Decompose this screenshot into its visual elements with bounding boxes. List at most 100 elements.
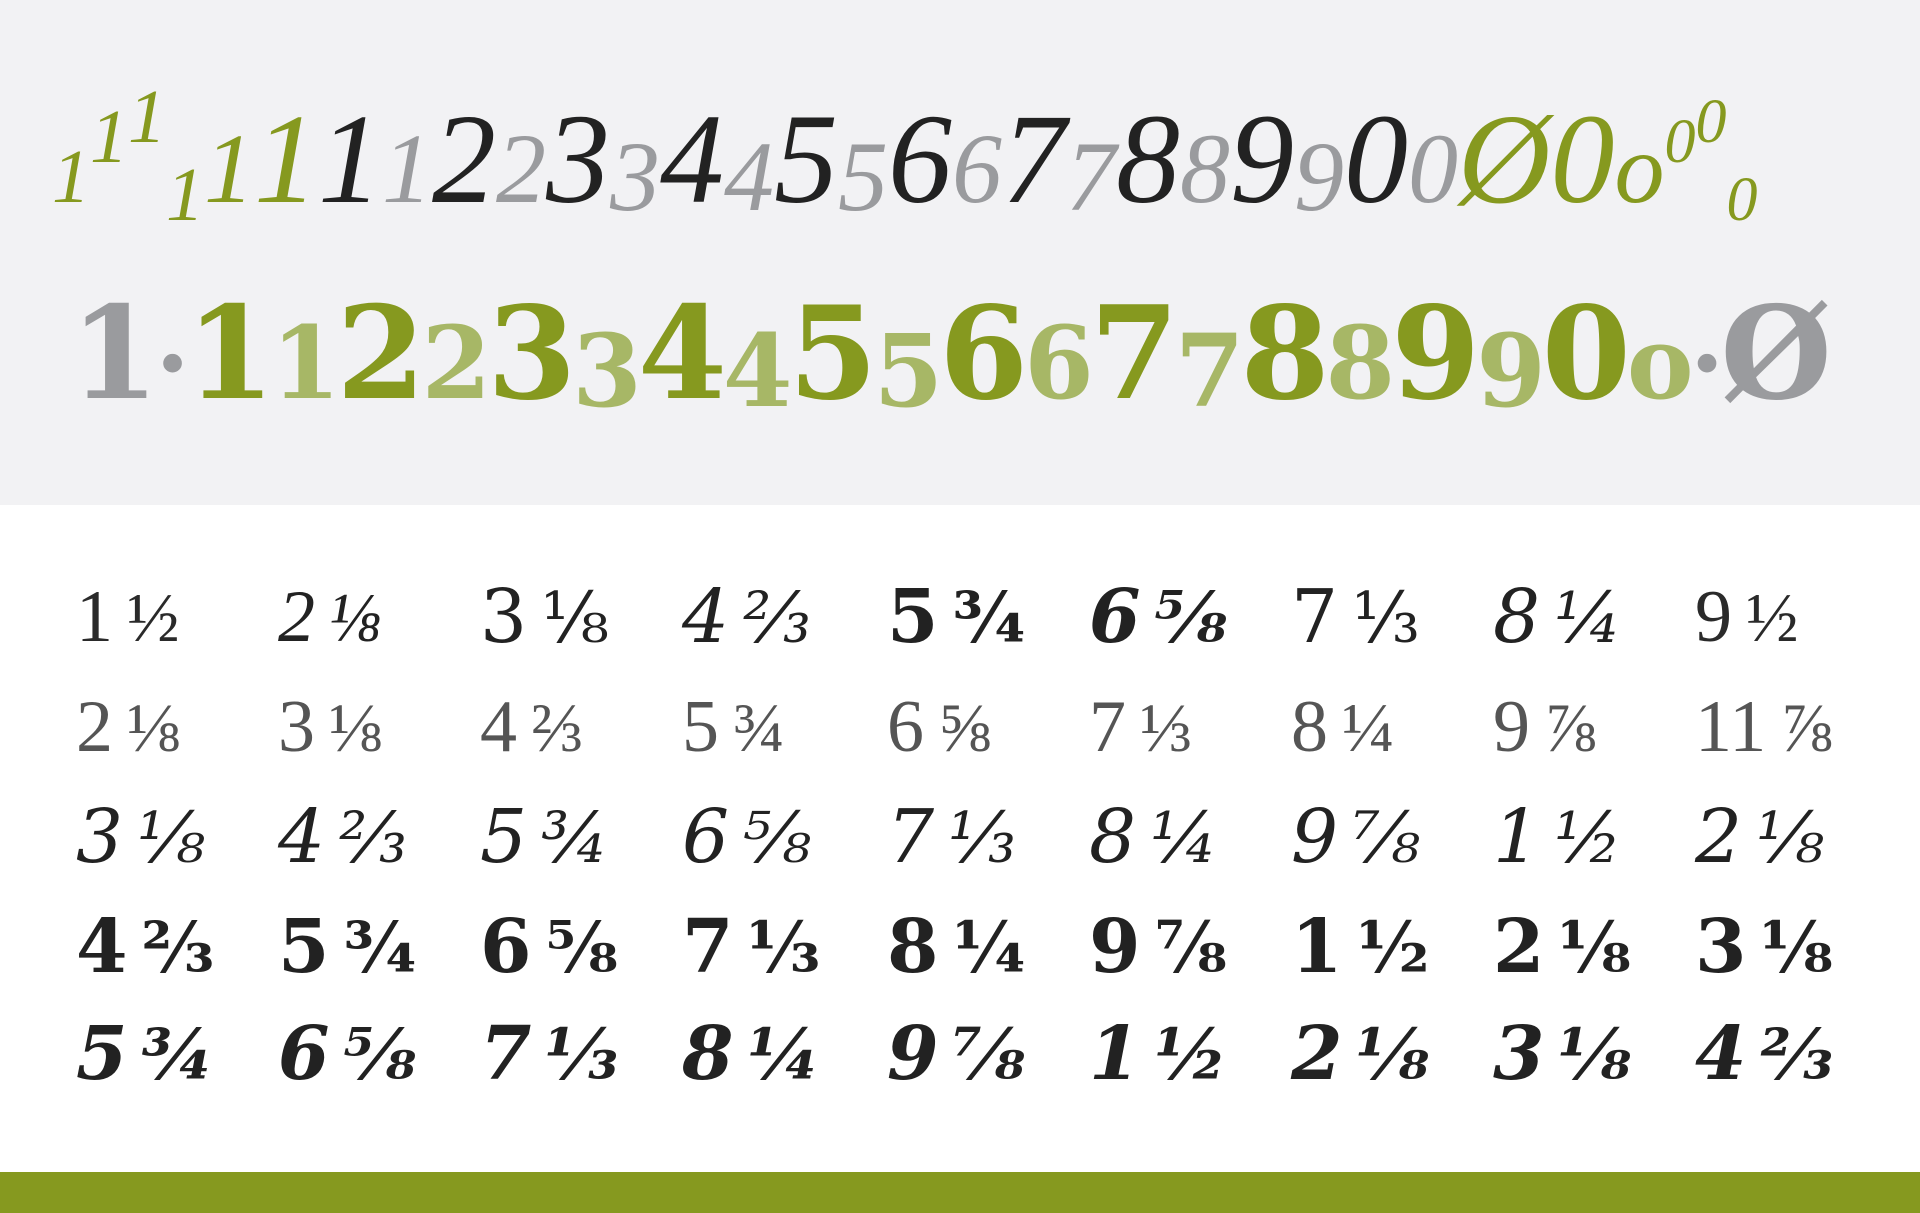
whole-number: 2 xyxy=(278,576,315,658)
fraction-glyph: ¼ xyxy=(1150,797,1218,879)
mixed-fraction: 8¼ xyxy=(682,1017,821,1091)
figure-glyph: 0 xyxy=(1550,88,1615,230)
mixed-fraction: 7⅓ xyxy=(887,800,1016,874)
fraction-glyph: ¼ xyxy=(1554,577,1622,659)
fraction-glyph: ¾ xyxy=(141,1013,215,1096)
whole-number: 3 xyxy=(480,574,528,660)
whole-number: 2 xyxy=(1493,904,1545,990)
mixed-fraction: 8¼ xyxy=(887,910,1026,984)
figure-glyph: 1 xyxy=(166,153,204,237)
whole-number: 1 xyxy=(1493,794,1541,880)
figure-glyph: 0 xyxy=(1664,108,1696,176)
fraction-glyph: ¼ xyxy=(747,1013,821,1096)
whole-number: 6 xyxy=(480,904,532,990)
mixed-fraction: 9⅞ xyxy=(1089,910,1227,984)
figure-glyph: 1 xyxy=(254,88,318,230)
fraction-glyph: ⅞ xyxy=(1154,906,1227,989)
mixed-fraction: 4⅔ xyxy=(278,800,407,874)
figure-glyph: 9 xyxy=(1476,312,1546,430)
fraction-glyph: ⅔ xyxy=(141,906,214,989)
figure-glyph: 1 xyxy=(52,135,90,219)
whole-number: 8 xyxy=(1291,686,1328,768)
figure-glyph: 2 xyxy=(421,304,492,422)
fraction-glyph: ½ xyxy=(127,580,180,657)
figure-glyph: 0 xyxy=(1726,166,1758,234)
fraction-glyph: ½ xyxy=(1746,580,1799,657)
whole-number: 6 xyxy=(1089,574,1141,660)
figure-glyph: 2 xyxy=(496,113,546,224)
figure-glyph: 1 xyxy=(270,304,341,422)
whole-number: 7 xyxy=(1089,686,1126,768)
whole-number: 5 xyxy=(278,904,330,990)
whole-number: 6 xyxy=(682,794,730,880)
mixed-fraction: 2⅛ xyxy=(1493,910,1631,984)
whole-number: 7 xyxy=(1291,574,1339,660)
mixed-fraction: 7⅓ xyxy=(682,910,820,984)
whole-number: 8 xyxy=(887,904,939,990)
mixed-fraction: 1½ xyxy=(1291,910,1430,984)
whole-number: 5 xyxy=(682,686,719,768)
mixed-fraction: 4⅔ xyxy=(480,690,584,764)
mixed-fraction: 1½ xyxy=(76,580,180,654)
fraction-glyph: ⅛ xyxy=(1356,1013,1429,1096)
whole-number: 1 xyxy=(76,576,113,658)
figure-glyph: 9 xyxy=(1391,279,1480,429)
figure-glyph: 1 xyxy=(382,113,432,224)
figure-glyph: · xyxy=(1689,304,1725,422)
mixed-fraction: 8¼ xyxy=(1493,580,1622,654)
fraction-glyph: ¼ xyxy=(1342,690,1395,767)
figure-glyph: 4 xyxy=(722,312,793,430)
mixed-fraction: 9½ xyxy=(1695,580,1799,654)
fraction-glyph: ½ xyxy=(1356,906,1430,989)
mixed-fraction: 8¼ xyxy=(1089,800,1218,874)
figure-glyph: 7 xyxy=(1066,121,1116,232)
mixed-fraction: 2⅛ xyxy=(1291,1017,1429,1091)
whole-number: 4 xyxy=(76,904,128,990)
fraction-glyph: ⅓ xyxy=(948,797,1016,879)
figure-glyph: 7 xyxy=(1089,279,1179,429)
mixed-fraction: 6⅝ xyxy=(480,910,618,984)
mixed-fraction: 3⅛ xyxy=(1695,910,1833,984)
fraction-glyph: ⅛ xyxy=(1558,906,1631,989)
figure-glyph: Ø xyxy=(1458,88,1551,230)
fraction-glyph: ⅛ xyxy=(1760,906,1833,989)
fraction-glyph: ⅛ xyxy=(127,690,180,767)
whole-number: 3 xyxy=(1695,904,1747,990)
whole-number: 2 xyxy=(76,686,113,768)
mixed-fraction: 6⅝ xyxy=(887,690,991,764)
mixed-fraction: 6⅝ xyxy=(1089,580,1227,654)
figure-glyph: 3 xyxy=(572,312,642,430)
whole-number: 4 xyxy=(682,574,730,660)
whole-number: 5 xyxy=(480,794,528,880)
figure-glyph: 8 xyxy=(1116,88,1180,230)
fraction-glyph: ¾ xyxy=(541,797,609,879)
fraction-glyph: ⅔ xyxy=(531,690,584,767)
fraction-glyph: ⅔ xyxy=(339,797,407,879)
fraction-glyph: ⅞ xyxy=(1352,797,1420,879)
mixed-fraction: 4⅔ xyxy=(76,910,214,984)
figure-glyph: 5 xyxy=(774,88,838,230)
footer-accent-bar xyxy=(0,1172,1920,1213)
figure-glyph: 8 xyxy=(1325,304,1396,422)
figure-glyph: 7 xyxy=(1002,88,1066,230)
figure-glyph: 0 xyxy=(1541,279,1631,429)
fraction-glyph: ¾ xyxy=(733,690,786,767)
whole-number: 5 xyxy=(887,574,939,660)
fraction-glyph: ⅝ xyxy=(343,1013,416,1096)
figure-glyph: 9 xyxy=(1294,121,1344,232)
mixed-fraction: 7⅓ xyxy=(1089,690,1193,764)
whole-number: 8 xyxy=(1493,574,1541,660)
whole-number: 9 xyxy=(1695,576,1732,658)
figure-glyph: 7 xyxy=(1174,312,1245,430)
figure-glyph: · xyxy=(155,304,190,422)
mixed-fraction: 9⅞ xyxy=(887,1017,1025,1091)
mixed-fraction: 1½ xyxy=(1493,800,1622,874)
whole-number: 2 xyxy=(1291,1011,1343,1097)
fraction-glyph: ½ xyxy=(1554,797,1622,879)
whole-number: 9 xyxy=(1493,686,1530,768)
figure-glyph: Ø xyxy=(1720,279,1831,429)
whole-number: 9 xyxy=(1291,794,1339,880)
mixed-fraction: 9⅞ xyxy=(1493,690,1597,764)
figure-glyph: 5 xyxy=(873,312,944,430)
whole-number: 3 xyxy=(76,794,124,880)
